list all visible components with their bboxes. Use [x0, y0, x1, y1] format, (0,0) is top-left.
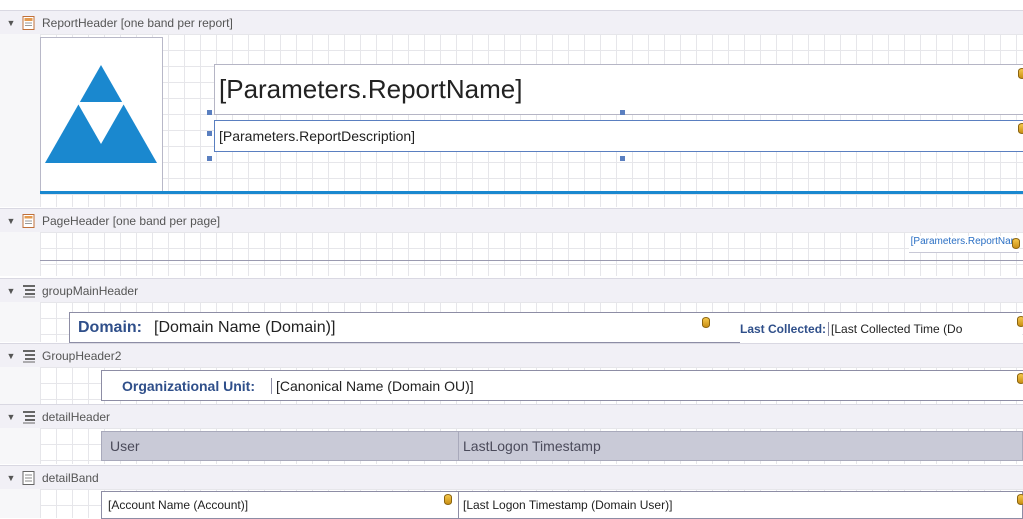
collapse-triangle-icon[interactable]: ▼	[0, 216, 22, 226]
page-header-rule	[40, 260, 1023, 261]
group-header-band-icon	[22, 349, 36, 363]
page-header-band-icon	[22, 213, 36, 228]
last-collected-value: [Last Collected Time (Do	[828, 321, 962, 336]
detail-header-band-caption[interactable]: ▼ detailHeader	[0, 404, 1023, 429]
band-gutter	[0, 302, 41, 342]
report-header-band-caption[interactable]: ▼ ReportHeader [one band per report]	[0, 10, 1023, 35]
database-field-icon	[1012, 238, 1020, 249]
ou-field-box[interactable]: Organizational Unit: [Canonical Name (Do…	[101, 370, 1023, 401]
detail-band-area: [Account Name (Account)] [Last Logon Tim…	[40, 489, 1023, 519]
band-gutter	[0, 367, 41, 404]
last-collected-label: Last Collected:	[740, 321, 827, 336]
page-report-name-field[interactable]: [Parameters.ReportNam	[908, 236, 1019, 253]
band-gutter	[0, 232, 41, 276]
band-caption-label: ReportHeader [one band per report]	[42, 15, 233, 30]
database-field-icon	[1018, 123, 1023, 134]
selection-handle[interactable]	[207, 131, 212, 136]
detail-band-icon	[22, 470, 36, 485]
detail-header-band-area: User LastLogon Timestamp	[40, 428, 1023, 464]
column-header-user[interactable]: User	[101, 431, 459, 461]
ou-label: Organizational Unit:	[122, 377, 255, 394]
database-field-icon	[1017, 316, 1023, 327]
selection-handle[interactable]	[620, 156, 625, 161]
domain-field-box[interactable]: Domain: [Domain Name (Domain)]	[69, 312, 757, 343]
collapse-triangle-icon[interactable]: ▼	[0, 18, 22, 28]
group-header2-band-caption[interactable]: ▼ GroupHeader2	[0, 343, 1023, 368]
group-main-header-band-caption[interactable]: ▼ groupMainHeader	[0, 278, 1023, 303]
last-collected-field[interactable]: Last Collected: [Last Collected Time (Do	[740, 312, 1022, 345]
detail-band-caption[interactable]: ▼ detailBand	[0, 465, 1023, 490]
column-header-last-logon-text: LastLogon Timestamp	[463, 438, 601, 454]
database-field-icon	[444, 494, 452, 505]
report-description-text: [Parameters.ReportDescription]	[219, 128, 416, 144]
report-name-field[interactable]: [Parameters.ReportName]	[214, 64, 1023, 115]
selection-handle[interactable]	[620, 110, 625, 115]
database-field-icon	[702, 317, 710, 328]
report-name-text: [Parameters.ReportName]	[219, 74, 523, 104]
database-field-icon	[1018, 68, 1023, 79]
header-separator-line	[40, 191, 1023, 194]
last-logon-text: [Last Logon Timestamp (Domain User)]	[463, 498, 673, 512]
band-caption-label: detailBand	[42, 470, 99, 485]
detail-header-band-icon	[22, 410, 36, 424]
band-gutter	[0, 428, 41, 464]
band-caption-label: detailHeader	[42, 409, 111, 424]
collapse-triangle-icon[interactable]: ▼	[0, 473, 22, 483]
database-field-icon	[1017, 494, 1023, 505]
group-main-header-band-area: Domain: [Domain Name (Domain)] Last Coll…	[40, 302, 1023, 345]
collapse-triangle-icon[interactable]: ▼	[0, 351, 22, 361]
account-name-field[interactable]: [Account Name (Account)]	[101, 491, 459, 519]
collapse-triangle-icon[interactable]: ▼	[0, 286, 22, 296]
domain-label: Domain:	[78, 318, 142, 336]
collapse-triangle-icon[interactable]: ▼	[0, 412, 22, 422]
band-gutter	[0, 34, 41, 207]
column-header-user-text: User	[110, 438, 140, 454]
database-field-icon	[1017, 373, 1023, 384]
column-header-last-logon[interactable]: LastLogon Timestamp	[458, 431, 1023, 461]
page-header-band-caption[interactable]: ▼ PageHeader [one band per page]	[0, 208, 1023, 233]
band-caption-label: GroupHeader2	[42, 348, 122, 363]
logo-image[interactable]	[40, 37, 163, 193]
page-header-band-area: [Parameters.ReportNam	[40, 232, 1023, 276]
band-gutter	[0, 489, 41, 518]
band-caption-label: groupMainHeader	[42, 283, 139, 298]
report-header-band-area: [Parameters.ReportName] [Parameters.Repo…	[40, 34, 1023, 207]
last-logon-field[interactable]: [Last Logon Timestamp (Domain User)]	[458, 491, 1023, 519]
group-header-band-icon	[22, 284, 36, 298]
selection-handle[interactable]	[207, 110, 212, 115]
report-description-field[interactable]: [Parameters.ReportDescription]	[214, 120, 1023, 152]
group-header2-band-area: Organizational Unit: [Canonical Name (Do…	[40, 367, 1023, 404]
selection-handle[interactable]	[207, 156, 212, 161]
account-name-text: [Account Name (Account)]	[108, 498, 249, 512]
page-report-name-text: [Parameters.ReportNam	[910, 236, 1019, 247]
report-header-band-icon	[22, 15, 36, 30]
domain-value: [Domain Name (Domain)]	[154, 318, 336, 336]
ou-value: [Canonical Name (Domain OU)]	[271, 377, 474, 394]
band-caption-label: PageHeader [one band per page]	[42, 213, 221, 228]
